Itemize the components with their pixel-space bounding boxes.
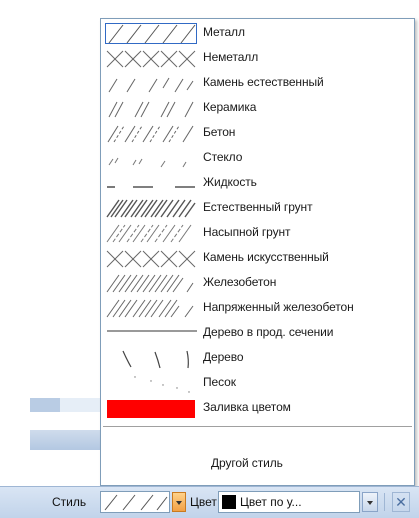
bottom-toolbar: Стиль Цвет Цвет по у... ✕ [0,486,419,518]
hatch-item-label: Неметалл [203,50,259,64]
hatch-item-wood-longitudinal[interactable]: Дерево в прод. сечении [103,321,412,346]
style-selector[interactable] [100,491,170,513]
hatch-item-label: Камень естественный [203,75,324,89]
hatch-item-natural-stone[interactable]: Камень естественный [103,71,412,96]
hatch-item-natural-soil[interactable]: Естественный грунт [103,196,412,221]
nonmetal-hatch-icon [106,50,196,68]
reinforced-concrete-hatch-icon [106,274,194,293]
style-dropdown-button[interactable] [172,492,186,512]
hatch-item-concrete[interactable]: Бетон [103,121,412,146]
hatch-item-label: Насыпной грунт [203,225,291,239]
color-dropdown-button[interactable] [362,492,378,512]
color-fill-swatch-icon [107,400,195,418]
sand-hatch-icon [134,376,190,393]
hatch-item-label: Керамика [203,100,257,114]
color-swatch [222,495,236,509]
hatch-item-sand[interactable]: Песок [103,371,412,396]
hatch-item-wood[interactable]: Дерево [103,346,412,371]
color-label: Цвет [190,495,217,509]
natural-stone-hatch-icon [108,77,194,93]
hatch-item-label: Бетон [203,125,236,139]
hatch-item-nonmetal[interactable]: Неметалл [103,46,412,71]
hatch-item-label: Стекло [203,150,243,164]
menu-divider [103,426,412,427]
color-value: Цвет по у... [240,495,302,509]
other-style-item[interactable]: Другой стиль [103,452,412,474]
glass-hatch-icon [108,157,187,168]
ceramics-hatch-icon [108,101,194,118]
hatch-item-label: Дерево в прод. сечении [203,325,334,339]
metal-hatch-icon [105,23,197,44]
hatch-item-artificial-stone[interactable]: Камень искусственный [103,246,412,271]
close-icon: ✕ [395,494,407,510]
hatch-item-fill-soil[interactable]: Насыпной грунт [103,221,412,246]
toolbar-separator [384,493,385,511]
hatch-item-color-fill[interactable]: Заливка цветом [103,396,412,421]
wood-longitudinal-hatch-icon [107,330,197,332]
chevron-down-icon [176,501,182,505]
hatch-item-reinforced-concrete[interactable]: Железобетон [103,271,412,296]
other-style-label: Другой стиль [211,456,283,470]
hatch-item-prestressed-concrete[interactable]: Напряженный железобетон [103,296,412,321]
hatch-item-label: Дерево [203,350,244,364]
hatch-item-label: Естественный грунт [203,200,313,214]
background-toolbar-strip [30,430,100,450]
concrete-hatch-icon [107,125,194,143]
hatch-item-label: Напряженный железобетон [203,300,354,314]
hatch-style-dropdown: Металл Неметалл Камень естественный Кера… [100,18,415,486]
hatch-item-label: Жидкость [203,175,257,189]
hatch-item-liquid[interactable]: Жидкость [103,171,412,196]
hatch-item-label: Железобетон [203,275,277,289]
hatch-item-label: Песок [203,375,236,389]
natural-soil-hatch-icon [106,199,196,218]
hatch-item-label: Металл [203,25,245,39]
hatch-item-glass[interactable]: Стекло [103,146,412,171]
hatch-item-metal[interactable]: Металл [103,21,412,46]
style-label: Стиль [52,495,87,509]
background-scrollbar-thumb [60,398,100,412]
liquid-hatch-icon [107,186,195,188]
prestressed-concrete-hatch-icon [106,299,194,318]
hatch-item-label: Заливка цветом [203,400,291,414]
chevron-down-icon [367,501,373,505]
color-selector[interactable]: Цвет по у... [218,491,360,513]
wood-hatch-icon [122,350,189,369]
hatch-item-label: Камень искусственный [203,250,329,264]
metal-hatch-icon [104,494,168,511]
close-button[interactable]: ✕ [392,492,410,512]
artificial-stone-hatch-icon [106,250,196,268]
hatch-item-ceramics[interactable]: Керамика [103,96,412,121]
fill-soil-hatch-icon [106,224,192,243]
